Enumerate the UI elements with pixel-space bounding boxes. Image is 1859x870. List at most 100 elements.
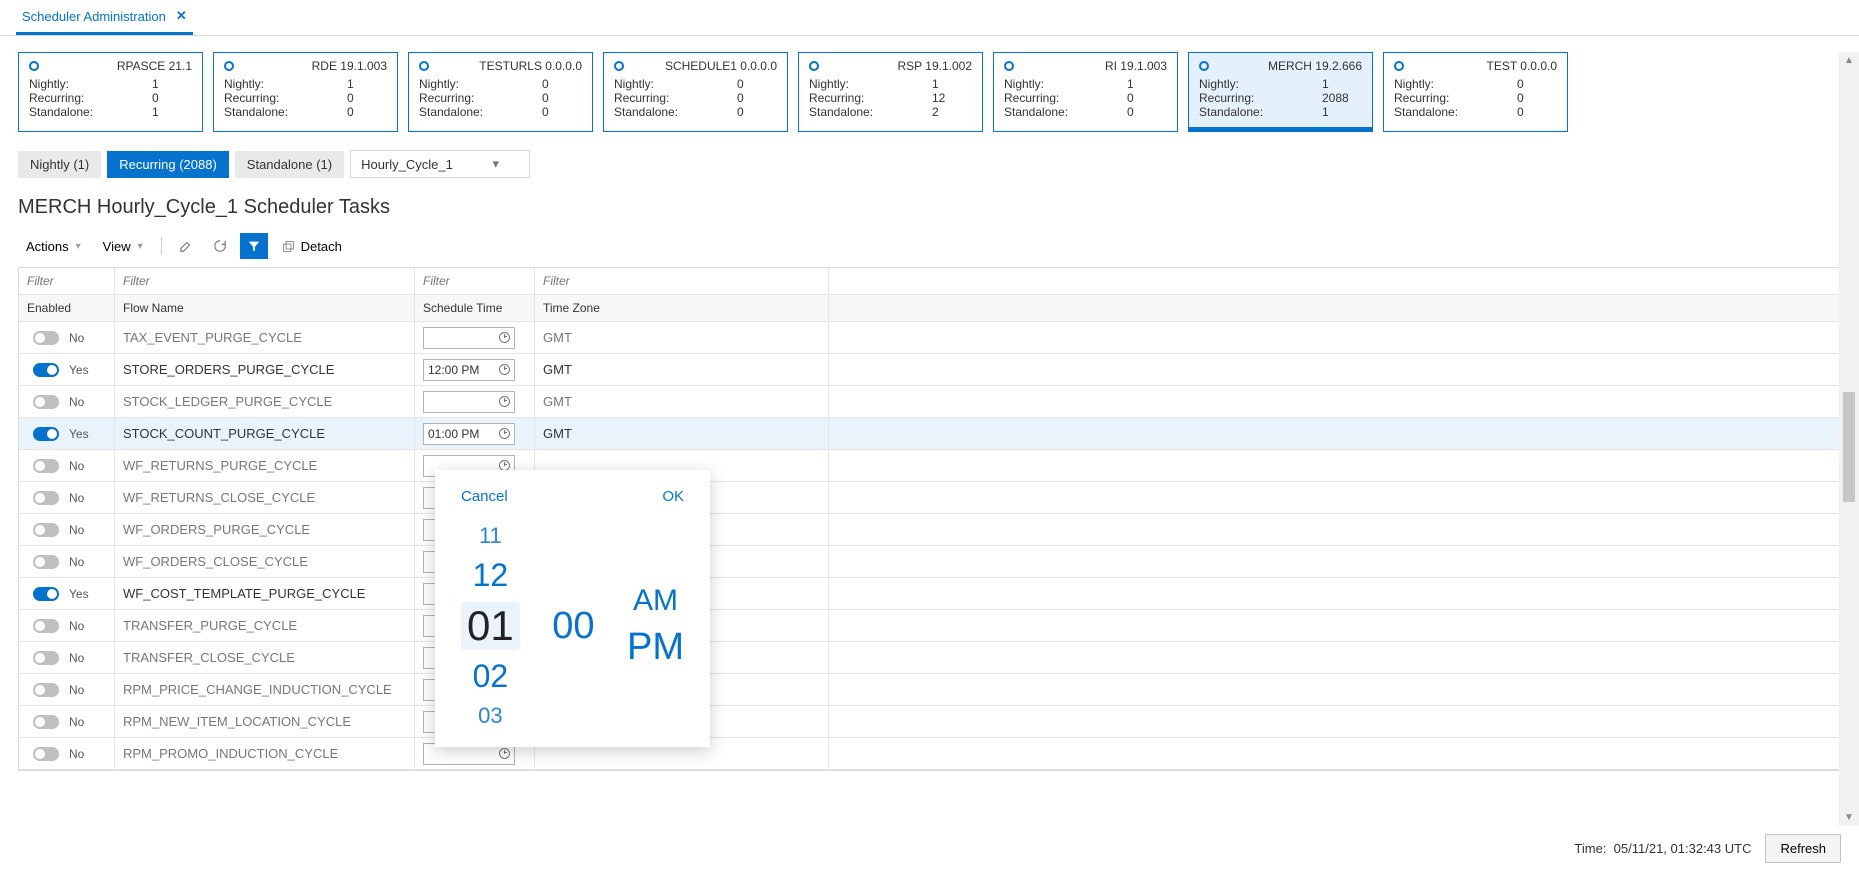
table-row[interactable]: No TRANSFER_CLOSE_CYCLE [19, 642, 1840, 674]
subtab-recurring[interactable]: Recurring (2088) [107, 151, 229, 178]
time-picker-cancel[interactable]: Cancel [461, 488, 508, 505]
edit-icon[interactable] [172, 233, 200, 259]
scroll-up-icon[interactable]: ▲ [1844, 52, 1854, 69]
flow-name: WF_ORDERS_CLOSE_CYCLE [123, 554, 308, 569]
header-schedule[interactable]: Schedule Time [415, 295, 535, 321]
schedule-card[interactable]: SCHEDULE1 0.0.0.0 Nightly:0 Recurring:0 … [603, 52, 788, 132]
table-row[interactable]: No STOCK_LEDGER_PURGE_CYCLE GMT [19, 386, 1840, 418]
refresh-icon[interactable] [206, 233, 234, 259]
clock-icon[interactable] [499, 748, 510, 759]
schedule-card[interactable]: TEST 0.0.0.0 Nightly:0 Recurring:0 Stand… [1383, 52, 1568, 132]
time-picker-minutes[interactable]: 00 [548, 605, 598, 648]
table-row[interactable]: No RPM_NEW_ITEM_LOCATION_CYCLE [19, 706, 1840, 738]
filter-flowname[interactable] [123, 274, 406, 288]
separator [161, 237, 162, 255]
enabled-toggle[interactable] [33, 715, 59, 729]
table-row[interactable]: No WF_ORDERS_CLOSE_CYCLE [19, 546, 1840, 578]
enabled-toggle[interactable] [33, 523, 59, 537]
page-title: MERCH Hourly_Cycle_1 Scheduler Tasks [18, 196, 1841, 219]
time-picker-ok[interactable]: OK [662, 488, 684, 505]
close-icon[interactable]: ✕ [176, 8, 187, 24]
card-title: RSP 19.1.002 [897, 59, 972, 73]
schedule-time-input[interactable] [423, 327, 515, 349]
enabled-toggle[interactable] [33, 683, 59, 697]
tab-label: Scheduler Administration [22, 9, 166, 24]
header-row: Enabled Flow Name Schedule Time Time Zon… [19, 295, 1840, 322]
clock-icon[interactable] [499, 364, 510, 375]
enabled-toggle[interactable] [33, 555, 59, 569]
header-timezone[interactable]: Time Zone [535, 295, 829, 321]
card-status-icon [1394, 61, 1404, 71]
flow-name: TRANSFER_PURGE_CYCLE [123, 618, 297, 633]
subtab-nightly[interactable]: Nightly (1) [18, 151, 101, 178]
status-bar: Time: 05/11/21, 01:32:43 UTC Refresh [0, 826, 1859, 870]
enabled-toggle[interactable] [33, 747, 59, 761]
actions-menu[interactable]: Actions [18, 235, 89, 258]
card-title: TEST 0.0.0.0 [1487, 59, 1557, 73]
schedule-time-input[interactable]: 12:00 PM [423, 359, 515, 381]
clock-icon[interactable] [499, 428, 510, 439]
subtab-standalone[interactable]: Standalone (1) [235, 151, 344, 178]
flow-name: STORE_ORDERS_PURGE_CYCLE [123, 362, 334, 377]
enabled-label: No [69, 715, 84, 729]
table-row[interactable]: No TAX_EVENT_PURGE_CYCLE GMT [19, 322, 1840, 354]
filter-enabled[interactable] [27, 274, 106, 288]
enabled-toggle[interactable] [33, 587, 59, 601]
schedule-card[interactable]: RSP 19.1.002 Nightly:1 Recurring:12 Stan… [798, 52, 983, 132]
enabled-label: Yes [69, 587, 89, 601]
enabled-toggle[interactable] [33, 619, 59, 633]
view-menu[interactable]: View [95, 235, 151, 258]
timezone: GMT [543, 362, 572, 377]
schedule-card[interactable]: RI 19.1.003 Nightly:1 Recurring:0 Standa… [993, 52, 1178, 132]
table-row[interactable]: No RPM_PRICE_CHANGE_INDUCTION_CYCLE [19, 674, 1840, 706]
clock-icon[interactable] [499, 332, 510, 343]
table-row[interactable]: Yes WF_COST_TEMPLATE_PURGE_CYCLE [19, 578, 1840, 610]
time-picker-hours[interactable]: 11 12 01 02 03 [461, 523, 520, 729]
enabled-toggle[interactable] [33, 331, 59, 345]
table-row[interactable]: Yes STOCK_COUNT_PURGE_CYCLE 01:00 PM GMT [19, 418, 1840, 450]
schedule-card[interactable]: RPASCE 21.1 Nightly:1 Recurring:0 Standa… [18, 52, 203, 132]
filter-icon[interactable] [240, 233, 268, 259]
schedule-card[interactable]: MERCH 19.2.666 Nightly:1 Recurring:2088 … [1188, 52, 1373, 132]
card-title: RPASCE 21.1 [117, 59, 192, 73]
enabled-toggle[interactable] [33, 651, 59, 665]
schedule-cards: RPASCE 21.1 Nightly:1 Recurring:0 Standa… [18, 52, 1841, 132]
enabled-toggle[interactable] [33, 395, 59, 409]
table-row[interactable]: Yes STORE_ORDERS_PURGE_CYCLE 12:00 PM GM… [19, 354, 1840, 386]
flow-name: RPM_NEW_ITEM_LOCATION_CYCLE [123, 714, 351, 729]
time-picker-popup: Cancel OK 11 12 01 02 03 00 AM PM [435, 470, 710, 747]
schedule-card[interactable]: TESTURLS 0.0.0.0 Nightly:0 Recurring:0 S… [408, 52, 593, 132]
scroll-down-icon[interactable]: ▼ [1844, 809, 1854, 826]
card-title: RDE 19.1.003 [312, 59, 387, 73]
table-row[interactable]: No WF_RETURNS_PURGE_CYCLE [19, 450, 1840, 482]
filter-row [19, 268, 1840, 295]
refresh-button[interactable]: Refresh [1765, 834, 1841, 863]
header-flowname[interactable]: Flow Name [115, 295, 415, 321]
enabled-toggle[interactable] [33, 459, 59, 473]
flow-name: TAX_EVENT_PURGE_CYCLE [123, 330, 302, 345]
schedule-card[interactable]: RDE 19.1.003 Nightly:1 Recurring:0 Stand… [213, 52, 398, 132]
cycle-dropdown[interactable]: Hourly_Cycle_1 [350, 150, 530, 178]
filter-timezone[interactable] [543, 274, 820, 288]
filter-schedule[interactable] [423, 274, 526, 288]
card-status-icon [29, 61, 39, 71]
vertical-scrollbar[interactable]: ▲ ▼ [1839, 52, 1859, 826]
timezone: GMT [543, 330, 572, 345]
schedule-time-input[interactable]: 01:00 PM [423, 423, 515, 445]
header-enabled[interactable]: Enabled [19, 295, 115, 321]
detach-button[interactable]: Detach [274, 235, 350, 258]
enabled-label: Yes [69, 363, 89, 377]
table-row[interactable]: No TRANSFER_PURGE_CYCLE [19, 610, 1840, 642]
tab-scheduler-admin[interactable]: Scheduler Administration ✕ [16, 0, 193, 35]
table-row[interactable]: No WF_ORDERS_PURGE_CYCLE [19, 514, 1840, 546]
enabled-toggle[interactable] [33, 491, 59, 505]
table-row[interactable]: No RPM_PROMO_INDUCTION_CYCLE [19, 738, 1840, 770]
clock-icon[interactable] [499, 396, 510, 407]
time-picker-ampm[interactable]: AM PM [627, 584, 684, 669]
table-row[interactable]: No WF_RETURNS_CLOSE_CYCLE [19, 482, 1840, 514]
schedule-time-input[interactable] [423, 391, 515, 413]
enabled-toggle[interactable] [33, 427, 59, 441]
card-status-icon [614, 61, 624, 71]
scroll-thumb[interactable] [1843, 392, 1855, 502]
enabled-toggle[interactable] [33, 363, 59, 377]
